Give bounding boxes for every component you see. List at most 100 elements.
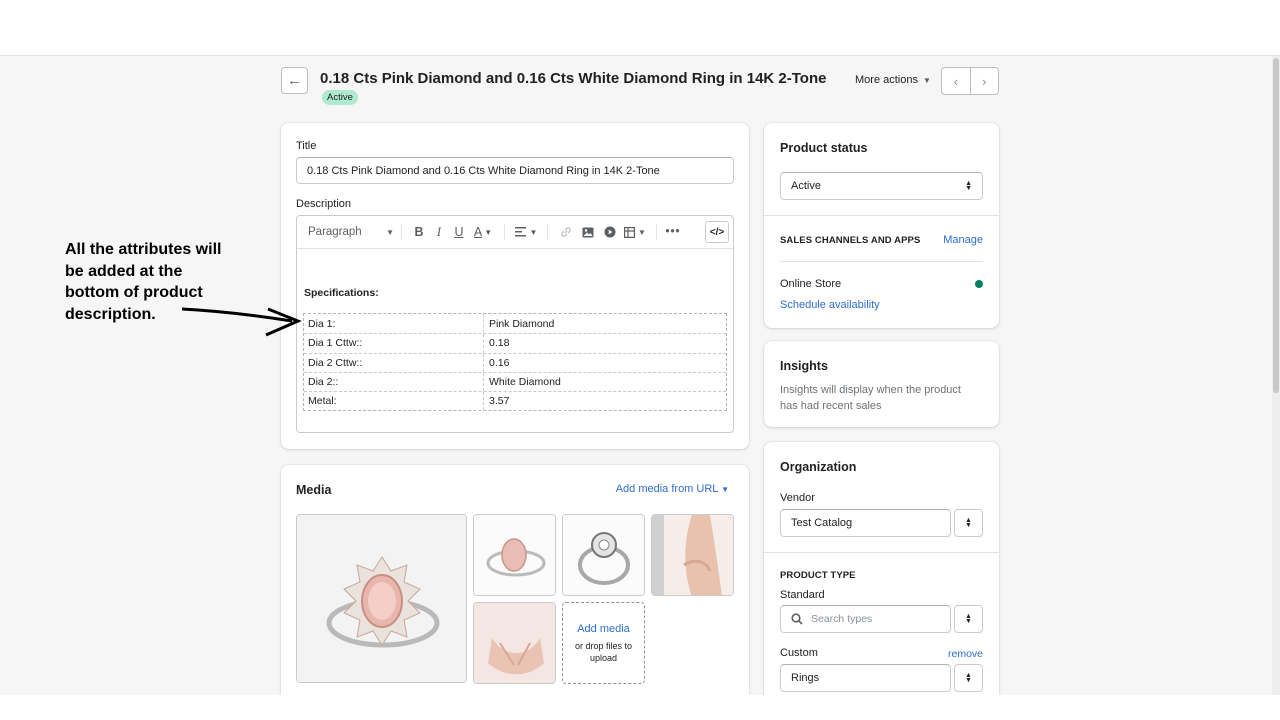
divider [764, 215, 999, 216]
description-editor[interactable]: Paragraph ▼ B I U A ▼ ▼ ▼ ••• </> Specif… [296, 215, 734, 433]
manage-link[interactable]: Manage [943, 234, 983, 246]
table-row: Dia 1 Cttw:: 0.18 [304, 333, 726, 353]
annotation-arrow-icon [181, 307, 302, 337]
custom-type-dropdown-button[interactable]: ▲ ▼ [954, 664, 983, 692]
spec-key: Dia 1 Cttw:: [304, 334, 484, 353]
spec-key: Dia 2:: [304, 372, 484, 392]
media-thumbnail[interactable] [651, 514, 734, 596]
media-card: Media Add media from URL ▼ Add media or … [281, 465, 749, 695]
media-thumbnail[interactable] [473, 602, 556, 684]
paragraph-select-label: Paragraph [308, 226, 362, 238]
select-arrows-icon: ▲ ▼ [965, 180, 972, 192]
table-row: Dia 2:: White Diamond [304, 371, 726, 392]
product-editor-page: ← 0.18 Cts Pink Diamond and 0.16 Cts Whi… [0, 55, 1280, 695]
spec-key: Dia 1: [304, 314, 484, 334]
spec-key: Metal: [304, 392, 484, 411]
online-status-dot [975, 280, 983, 288]
caret-down-icon: ▼ [386, 227, 394, 237]
code-view-icon[interactable]: </> [705, 221, 729, 243]
spec-value: Pink Diamond [489, 317, 555, 330]
spec-value: White Diamond [489, 376, 561, 389]
insights-title: Insights [780, 359, 828, 373]
more-formatting-icon[interactable]: ••• [664, 222, 682, 242]
spec-value: 0.18 [489, 337, 510, 350]
divider [764, 552, 999, 553]
product-status-title: Product status [780, 141, 868, 155]
product-status-select[interactable]: Active ▲ ▼ [780, 172, 983, 200]
align-icon[interactable]: ▼ [512, 222, 540, 242]
spec-key: Dia 2 Cttw:: [304, 353, 484, 372]
next-product-button[interactable]: › [971, 68, 999, 94]
arrow-left-icon: ← [287, 72, 302, 89]
table-row: Metal: 3.57 [304, 391, 726, 411]
ring-image-icon [297, 515, 466, 682]
search-types-placeholder: Search types [811, 613, 873, 625]
italic-icon[interactable]: I [429, 222, 449, 242]
vendor-dropdown-button[interactable]: ▲ ▼ [954, 509, 983, 537]
caret-down-icon: ▼ [721, 485, 729, 494]
specifications-heading: Specifications: [304, 287, 379, 299]
more-actions-button[interactable]: More actions ▼ [855, 74, 931, 86]
status-badge: Active [322, 90, 358, 105]
link-icon[interactable] [555, 222, 577, 242]
search-icon [791, 613, 803, 625]
description-label: Description [296, 198, 352, 210]
page-title: 0.18 Cts Pink Diamond and 0.16 Cts White… [320, 70, 827, 87]
schedule-availability-link[interactable]: Schedule availability [780, 299, 880, 311]
organization-title: Organization [780, 460, 857, 474]
divider [780, 261, 983, 262]
standard-label: Standard [780, 589, 825, 601]
model-image-icon [652, 515, 733, 595]
previous-product-button[interactable]: ‹ [942, 68, 971, 94]
table-icon[interactable]: ▼ [621, 222, 649, 242]
caret-down-icon: ▼ [922, 75, 931, 85]
table-row: Dia 2 Cttw:: 0.16 [304, 352, 726, 372]
editor-toolbar: Paragraph ▼ B I U A ▼ ▼ ▼ ••• </> [297, 216, 733, 249]
organization-card: Organization Vendor Test Catalog ▲ ▼ PROD… [764, 442, 999, 695]
more-actions-label: More actions [855, 74, 918, 86]
product-status-card: Product status Active ▲ ▼ SALES CHANNELS … [764, 123, 999, 328]
add-media-from-url-label: Add media from URL [615, 483, 719, 495]
media-main-image[interactable] [296, 514, 467, 683]
product-status-value: Active [791, 180, 821, 192]
custom-label: Custom [780, 647, 818, 659]
insights-description: Insights will display when the product h… [780, 384, 961, 412]
search-types-input[interactable]: Search types [780, 605, 951, 633]
online-store-label: Online Store [780, 278, 842, 290]
drop-files-hint: or drop files to upload [574, 640, 633, 663]
custom-type-input[interactable]: Rings [780, 664, 951, 692]
media-title: Media [296, 483, 332, 497]
bold-icon[interactable]: B [409, 222, 429, 242]
paragraph-select[interactable]: Paragraph ▼ [308, 222, 394, 242]
media-thumbnail[interactable] [473, 514, 556, 596]
toolbar-divider [504, 224, 505, 240]
video-icon[interactable] [599, 222, 621, 242]
model-image-icon [474, 603, 555, 683]
spec-value: 3.57 [489, 395, 510, 408]
vendor-input[interactable]: Test Catalog [780, 509, 951, 537]
add-media-from-url-button[interactable]: Add media from URL ▼ [616, 483, 729, 495]
specifications-table: Dia 1: Pink Diamond Dia 1 Cttw:: 0.18 Dia … [303, 313, 727, 412]
insights-card: Insights Insights will display when the … [764, 341, 999, 427]
ring-image-icon [563, 515, 644, 595]
vendor-label: Vendor [780, 492, 815, 504]
toolbar-divider [547, 224, 548, 240]
product-type-heading: PRODUCT TYPE [780, 570, 856, 581]
toolbar-divider [401, 224, 402, 240]
product-type-dropdown-button[interactable]: ▲ ▼ [954, 605, 983, 633]
page-scrollbar[interactable] [1272, 56, 1280, 695]
sales-channels-heading: SALES CHANNELS AND APPS [780, 235, 921, 246]
title-input[interactable]: 0.18 Cts Pink Diamond and 0.16 Cts White… [296, 157, 734, 184]
image-icon[interactable] [577, 222, 599, 242]
media-thumbnail[interactable] [562, 514, 645, 596]
remove-link[interactable]: remove [948, 648, 983, 660]
back-button[interactable]: ← [281, 67, 308, 94]
scrollbar-thumb[interactable] [1273, 58, 1279, 393]
add-media-button[interactable]: Add media [577, 623, 630, 635]
add-media-dropzone[interactable]: Add media or drop files to upload [562, 602, 645, 684]
underline-icon[interactable]: U [449, 222, 469, 242]
title-label: Title [296, 140, 317, 152]
text-color-icon[interactable]: A ▼ [469, 222, 497, 242]
toolbar-divider [656, 224, 657, 240]
title-description-card: Title 0.18 Cts Pink Diamond and 0.16 Cts… [281, 123, 749, 449]
